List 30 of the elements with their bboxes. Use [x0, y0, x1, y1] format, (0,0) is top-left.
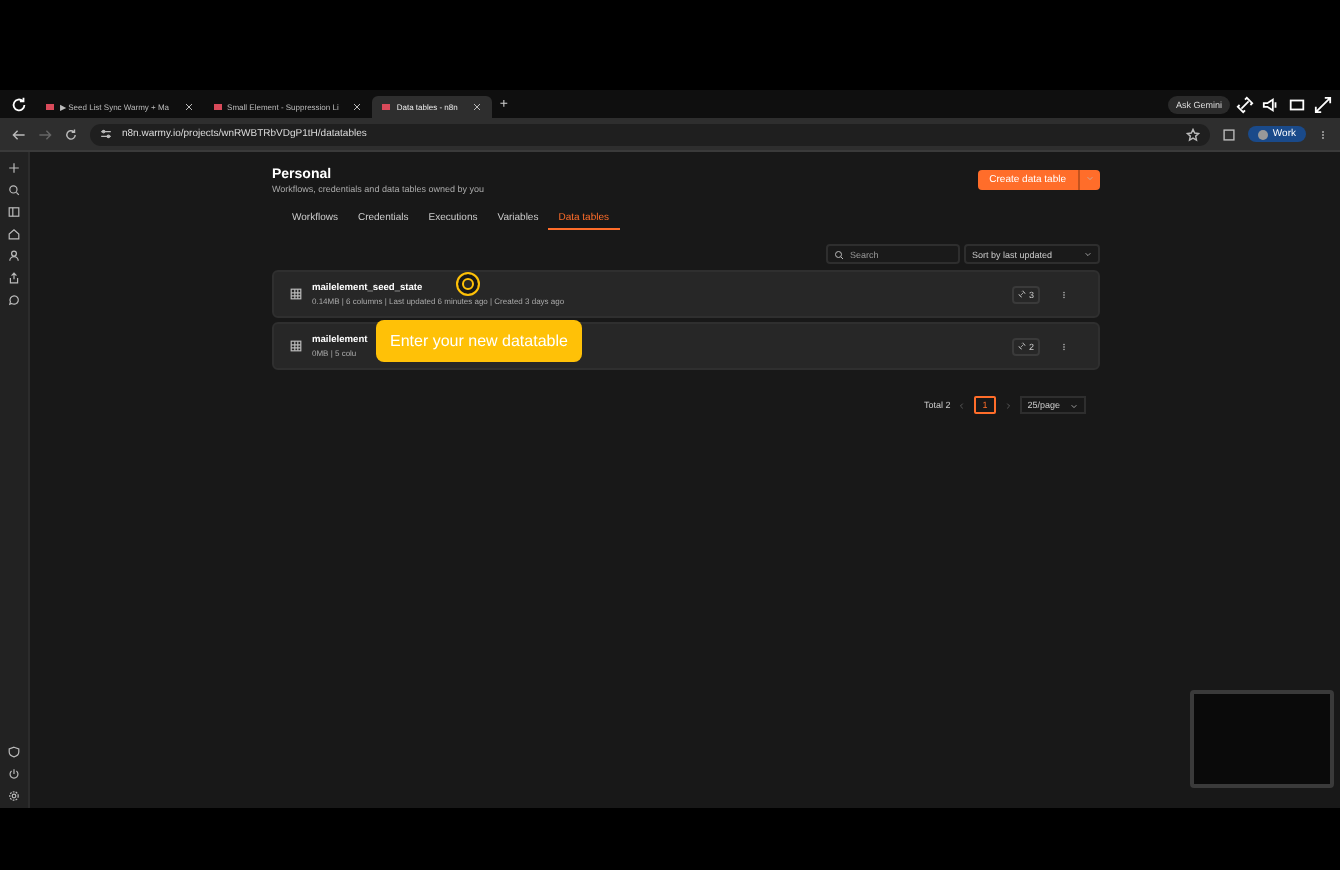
shield-icon[interactable] — [8, 746, 20, 758]
table-icon[interactable] — [290, 340, 302, 352]
search-icon[interactable] — [834, 249, 844, 259]
plus-icon[interactable] — [8, 162, 20, 174]
panel-icon[interactable] — [8, 206, 20, 218]
house-icon[interactable] — [8, 228, 20, 240]
tooltip: Enter your new datatable — [376, 320, 582, 362]
close-icon[interactable] — [352, 102, 363, 112]
table-icon[interactable] — [290, 288, 302, 300]
caret-icon[interactable] — [1084, 250, 1092, 258]
close-icon[interactable] — [471, 102, 482, 112]
caret-icon[interactable] — [1070, 401, 1078, 409]
camera-icon[interactable] — [1288, 95, 1306, 113]
site-info-icon[interactable] — [100, 128, 112, 140]
power-icon[interactable] — [8, 768, 20, 780]
back-icon[interactable] — [12, 127, 26, 141]
share-icon[interactable] — [8, 272, 20, 284]
speaker-icon[interactable] — [1262, 95, 1280, 113]
settings-icon[interactable] — [8, 790, 20, 802]
chat-icon[interactable] — [8, 294, 20, 306]
close-icon[interactable] — [183, 102, 194, 112]
video-thumbnail — [1190, 690, 1334, 788]
search-icon[interactable] — [8, 184, 20, 196]
click-indicator — [456, 272, 480, 296]
expand-icon[interactable] — [1314, 95, 1332, 113]
avatar-icon — [1258, 129, 1269, 139]
star-icon[interactable] — [1186, 127, 1201, 141]
person-icon[interactable] — [8, 250, 20, 262]
reload-icon[interactable] — [64, 127, 78, 141]
extension-icon[interactable] — [1222, 127, 1237, 141]
